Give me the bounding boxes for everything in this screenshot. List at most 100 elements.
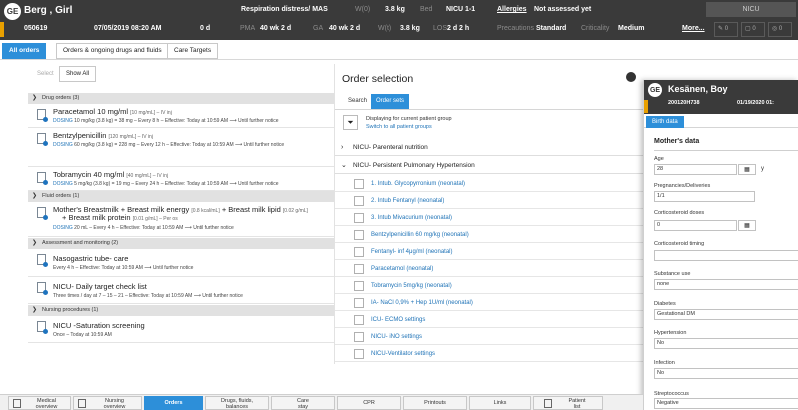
item-checkbox[interactable] — [354, 196, 364, 206]
item-checkbox[interactable] — [354, 213, 364, 223]
item-label[interactable]: Fentanyl- inf 4μg/ml (neonatal) — [371, 244, 453, 260]
nav-patient-list[interactable]: Patient list — [533, 396, 603, 410]
switch-groups-link[interactable]: Switch to all patient groups — [366, 124, 432, 130]
order-set-item[interactable]: NICU-Ventilator settings — [335, 346, 645, 362]
order-detail: Three times / day at 7 – 15 – 21 – Effec… — [53, 293, 243, 299]
item-label[interactable]: Tobramycin 5mg/kg (neonatal) — [371, 278, 452, 294]
order-document-icon — [37, 321, 48, 334]
overlay-datetime: 01/19/2020 01: — [737, 100, 775, 106]
group-fluid-orders[interactable]: ❯ Fluid orders (1) — [28, 191, 334, 202]
tasks-counter[interactable]: ▢ 0 — [741, 22, 765, 37]
nav-links[interactable]: Links — [469, 396, 531, 410]
order-set-item[interactable]: 2. Intub Fentanyl (neonatal) — [335, 193, 645, 209]
item-label[interactable]: 2. Intub Fentanyl (neonatal) — [371, 193, 444, 209]
order-document-icon — [37, 207, 48, 220]
nav-orders[interactable]: Orders — [144, 396, 203, 410]
patient-name[interactable]: Berg , Girl — [24, 5, 72, 16]
nav-printouts[interactable]: Printouts — [403, 396, 467, 410]
patient-list-icon — [544, 399, 552, 408]
order-set-item[interactable]: Bentzylpenicillin 60 mg/kg (neonatal) — [335, 227, 645, 243]
keypad-icon[interactable]: ▦ — [738, 164, 756, 175]
nav-medical-overview[interactable]: Medical overview — [8, 396, 71, 410]
overlay-tab-bar: Birth data — [644, 116, 798, 128]
corticosteroid-timing-input[interactable] — [654, 250, 798, 261]
order-row[interactable]: NICU -Saturation screening Once – Today … — [28, 316, 334, 343]
nav-care-stay[interactable]: Care stay — [271, 396, 335, 410]
nav-cpr[interactable]: CPR — [337, 396, 401, 410]
item-label[interactable]: NICU- iNO settings — [371, 329, 422, 345]
item-checkbox[interactable] — [354, 230, 364, 240]
tab-care-targets[interactable]: Care Targets — [167, 43, 219, 59]
ga-label: GA — [313, 25, 324, 32]
order-row[interactable]: Mother's Breastmilk + Breast milk energy… — [28, 202, 334, 237]
order-set-item[interactable]: ICU- ECMO settings — [335, 312, 645, 328]
item-checkbox[interactable] — [354, 298, 364, 308]
item-label[interactable]: 1. Intub. Glycopyrronium (neonatal) — [371, 176, 465, 192]
group-assessment[interactable]: ❯ Assessment and monitoring (2) — [28, 238, 334, 249]
tab-all-orders[interactable]: All orders — [2, 43, 47, 59]
group-drug-orders[interactable]: ❯ Drug orders (3) — [28, 93, 334, 104]
diabetes-input[interactable]: Gestational DM — [654, 309, 798, 320]
mother-age-input[interactable]: 28 — [654, 164, 737, 175]
order-set-item[interactable]: NICU- iNO settings — [335, 329, 645, 345]
group-nursing-procedures[interactable]: ❯ Nursing procedures (1) — [28, 305, 334, 316]
order-title: Bentzylpenicillin — [53, 131, 107, 140]
order-set-item[interactable]: Tobramycin 5mg/kg (neonatal) — [335, 278, 645, 294]
hypertension-input[interactable]: No — [654, 338, 798, 349]
nav-drugs-fluids-balances[interactable]: Drugs, fluids, balances — [205, 396, 269, 410]
group-info-text: Displaying for current patient group — [366, 116, 452, 122]
streptococcus-input[interactable]: Negative — [654, 398, 798, 409]
pregnancies-input[interactable]: 1/1 — [654, 191, 755, 202]
order-set-item[interactable]: IA- NaCl 0,9% + Hep 1U/ml (neonatal) — [335, 295, 645, 311]
diabetes-label: Diabetes — [654, 301, 676, 307]
order-set-item[interactable]: Fentanyl- inf 4μg/ml (neonatal) — [335, 244, 645, 260]
item-checkbox[interactable] — [354, 264, 364, 274]
item-checkbox[interactable] — [354, 349, 364, 359]
show-all-button[interactable]: Show All — [59, 66, 97, 82]
tab-birth-data[interactable]: Birth data — [646, 116, 684, 128]
overlay-patient-header: GE Kesänen, Boy 200120H738 01/19/2020 01… — [644, 80, 798, 114]
order-title: Nasogastric tube- care — [53, 254, 129, 263]
corticosteroid-doses-input[interactable]: 0 — [654, 220, 737, 231]
item-checkbox[interactable] — [354, 179, 364, 189]
substance-use-input[interactable]: none — [654, 279, 798, 290]
order-row[interactable]: Tobramycin 40 mg/ml [40 mg/mL] – IV inj … — [28, 167, 334, 191]
keypad-icon[interactable]: ▦ — [738, 220, 756, 231]
order-row[interactable]: Paracetamol 10 mg/ml [10 mg/mL] – IV inj… — [28, 104, 334, 128]
order-subtitle-lipid: [0.02 g/mL] — [282, 208, 308, 214]
filter-icon[interactable]: ⏷ — [343, 115, 358, 130]
item-checkbox[interactable] — [354, 315, 364, 325]
close-icon[interactable] — [626, 72, 636, 82]
item-checkbox[interactable] — [354, 281, 364, 291]
order-set-item[interactable]: 1. Intub. Glycopyrronium (neonatal) — [335, 176, 645, 192]
category-pulmonary-hypertension[interactable]: ⌄ NICU- Persistent Pulmonary Hypertension — [335, 158, 645, 174]
item-label[interactable]: Bentzylpenicillin 60 mg/kg (neonatal) — [371, 227, 469, 243]
item-label[interactable]: 3. Intub Mivacurium (neonatal) — [371, 210, 452, 226]
item-label[interactable]: NICU-Ventilator settings — [371, 346, 435, 362]
item-checkbox[interactable] — [354, 332, 364, 342]
order-set-item[interactable]: Paracetamol (neonatal) — [335, 261, 645, 277]
order-row[interactable]: Nasogastric tube- care Every 4 h – Effec… — [28, 249, 334, 277]
tab-search[interactable]: Search — [343, 94, 372, 109]
tools-counter[interactable]: ✎ 0 — [714, 22, 738, 37]
alerts-counter[interactable]: ◎ 0 — [768, 22, 792, 37]
category-parenteral-nutrition[interactable]: › NICU- Parenteral nutrition — [335, 140, 645, 156]
precautions-label: Precautions — [497, 25, 534, 32]
order-row[interactable]: NICU- Daily target check list Three time… — [28, 277, 334, 304]
tab-order-sets[interactable]: Order sets — [371, 94, 410, 109]
more-link[interactable]: More... — [682, 25, 705, 32]
order-set-item[interactable]: 3. Intub Mivacurium (neonatal) — [335, 210, 645, 226]
order-detail: 20 mL – Every 4 h – Effective: Today at … — [74, 225, 234, 231]
item-label[interactable]: IA- NaCl 0,9% + Hep 1U/ml (neonatal) — [371, 295, 473, 311]
tab-orders-ongoing[interactable]: Orders & ongoing drugs and fluids — [56, 43, 169, 59]
item-label[interactable]: Paracetamol (neonatal) — [371, 261, 433, 277]
order-title-lipid: + Breast milk lipid — [221, 205, 281, 214]
nav-nursing-overview[interactable]: Nursing overview — [73, 396, 142, 410]
item-label[interactable]: ICU- ECMO settings — [371, 312, 425, 328]
item-checkbox[interactable] — [354, 247, 364, 257]
allergies-link[interactable]: Allergies — [497, 6, 527, 13]
infection-input[interactable]: No — [654, 368, 798, 379]
select-button[interactable]: Select — [30, 66, 61, 82]
order-row[interactable]: Bentzylpenicillin [120 mg/mL] – IV inj D… — [28, 128, 334, 167]
diagnosis: Respiration distress/ MAS — [241, 6, 328, 13]
